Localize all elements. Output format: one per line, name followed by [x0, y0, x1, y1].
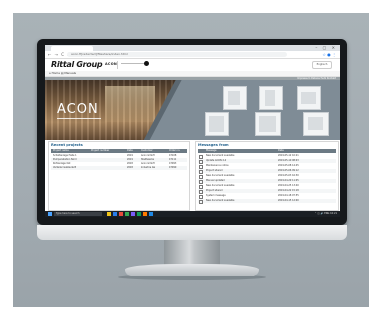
panel-title: Messages from [198, 143, 229, 147]
app-icon[interactable] [149, 212, 153, 216]
message-subject: Manual updated [206, 179, 225, 182]
language-button[interactable]: Englisch [312, 61, 332, 69]
address-bar[interactable]: acon.fl[redacted]/fileshare/index.html [67, 52, 287, 57]
product-tile-3[interactable] [297, 86, 321, 110]
product-image [301, 92, 316, 104]
message-row[interactable]: New document available 2019-05-03 16:30 [198, 174, 336, 179]
monitor-screen: – ▢ ✕ ← → C ⌂ acon.fl[redacted]/fileshar… [45, 45, 340, 217]
message-date: 2019-04-15 12:00 [278, 199, 299, 202]
file-explorer-icon[interactable] [107, 212, 111, 216]
column-header[interactable]: Date [278, 149, 284, 153]
app-icon[interactable] [143, 212, 147, 216]
table-header: Message Date [198, 149, 336, 153]
mail-icon [199, 200, 203, 204]
hero-title-underline [57, 118, 101, 119]
product-image [259, 116, 276, 132]
header-slider-knob[interactable] [144, 61, 149, 66]
product-tile-4[interactable] [205, 112, 229, 136]
message-date: 2019-05-12 10:21 [278, 154, 299, 157]
message-row[interactable]: Manual updated 2019-04-29 11:05 [198, 179, 336, 184]
chrome-icon[interactable] [125, 212, 129, 216]
header-divider [117, 61, 118, 69]
column-header[interactable]: Project number [91, 149, 109, 153]
message-subject: Maintenance notice [206, 164, 229, 167]
message-subject: Project shared [206, 169, 223, 172]
message-row[interactable]: Project shared 2019-04-22 15:18 [198, 189, 336, 194]
message-subject: New document available [206, 174, 235, 177]
hero-banner: ACON [45, 80, 340, 140]
app-icon[interactable] [131, 212, 135, 216]
product-tile-1[interactable] [223, 86, 247, 110]
message-subject: New document available [206, 184, 235, 187]
message-date: 2019-05-08 14:45 [278, 164, 299, 167]
table-cell: 47090 [169, 166, 177, 169]
column-header[interactable]: Customer [141, 149, 153, 153]
product-tile-2[interactable] [259, 86, 283, 110]
company-logo[interactable]: Rittal Group [51, 60, 103, 69]
site-header: Rittal Group ACON Englisch [45, 59, 340, 71]
product-image [265, 90, 275, 106]
table-cell: Industrie AG [141, 166, 156, 169]
message-date: 2019-05-10 08:03 [278, 159, 299, 162]
window-controls[interactable]: – ▢ ✕ [315, 45, 337, 50]
browser-toolbar: ← → C ⌂ acon.fl[redacted]/fileshare/inde… [45, 51, 340, 59]
column-header[interactable]: Date [127, 149, 133, 153]
message-date: 2019-04-29 11:05 [278, 179, 299, 182]
message-row[interactable]: New document available 2019-05-12 10:21 [198, 154, 336, 159]
product-image [308, 117, 323, 130]
message-date: 2019-04-18 07:55 [278, 194, 299, 197]
system-tray[interactable]: ⌃ ◫ 🔊 ENG 10:21 [315, 211, 337, 217]
message-row[interactable]: System message 2019-04-18 07:55 [198, 194, 336, 199]
column-header[interactable]: Message [206, 149, 216, 153]
table-row[interactable]: Verteiler Gebäude B 2018 Industrie AG 47… [51, 166, 187, 170]
site-nav-links[interactable]: ⌂ Home ▤ Manuals [49, 71, 76, 76]
recent-projects-panel: Recent projects Project name Project num… [48, 141, 190, 211]
message-row[interactable]: Project shared 2019-05-06 09:12 [198, 169, 336, 174]
message-date: 2019-05-06 09:12 [278, 169, 299, 172]
product-image [209, 116, 224, 132]
message-subject: New document available [206, 154, 235, 157]
table-cell: Verteiler Gebäude B [53, 166, 77, 169]
message-subject: Update ACON 2.4 [206, 159, 227, 162]
windows-start-icon[interactable] [48, 212, 52, 216]
edge-browser-icon[interactable] [113, 212, 117, 216]
message-row[interactable]: Update ACON 2.4 2019-05-10 08:03 [198, 159, 336, 164]
app-icon[interactable] [119, 212, 123, 216]
messages-panel: Messages from Message Date New document … [195, 141, 339, 211]
app-icon[interactable] [137, 212, 141, 216]
hero-photo-light [105, 86, 155, 122]
extension-icons[interactable]: ☆ ● ⋮ [322, 51, 336, 58]
message-subject: Project shared [206, 189, 223, 192]
message-subject: New document available [206, 199, 235, 202]
message-date: 2019-04-22 15:18 [278, 189, 299, 192]
table-header: Project name Project number Date Custome… [51, 149, 187, 153]
taskbar-search-placeholder: Type here to search [56, 212, 80, 215]
product-image [228, 91, 240, 105]
message-date: 2019-04-25 13:40 [278, 184, 299, 187]
message-row[interactable]: New document available 2019-04-25 13:40 [198, 184, 336, 189]
panel-title: Recent projects [51, 143, 83, 147]
product-tile-5[interactable] [255, 112, 281, 136]
product-brand: ACON [105, 62, 118, 66]
message-subject: System message [206, 194, 226, 197]
table-cell: 2018 [127, 166, 133, 169]
monitor-stand-base [125, 264, 259, 276]
header-slider-track [121, 63, 145, 64]
message-row[interactable]: Maintenance notice 2019-05-08 14:45 [198, 164, 336, 169]
monitor-chin [37, 225, 347, 240]
os-taskbar: Type here to search ⌃ ◫ 🔊 ENG 10:21 [45, 211, 340, 217]
taskbar-search[interactable]: Type here to search [54, 212, 102, 216]
monitor-stand-neck [164, 240, 220, 266]
message-row[interactable]: New document available 2019-04-15 12:00 [198, 199, 336, 204]
column-header[interactable]: Project name [53, 149, 69, 153]
address-text: acon.fl[redacted]/fileshare/index.html [71, 52, 128, 56]
column-header[interactable]: Order no. [169, 149, 180, 153]
hero-title: ACON [57, 102, 99, 117]
product-tile-6[interactable] [303, 112, 329, 136]
message-date: 2019-05-03 16:30 [278, 174, 299, 177]
